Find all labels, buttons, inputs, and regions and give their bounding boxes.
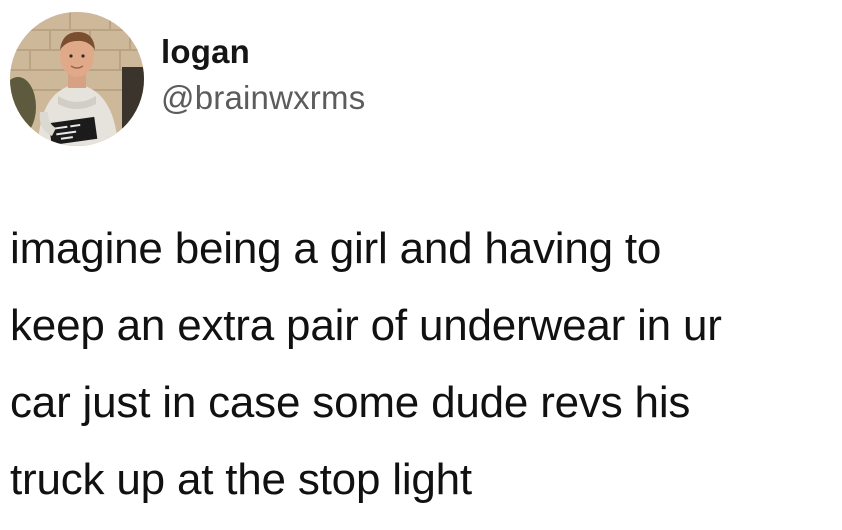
tweet-card: logan @brainwxrms imagine being a girl a… [0,0,842,530]
author-info: logan @brainwxrms [161,32,365,118]
tweet-text-line: imagine being a girl and having to [10,224,662,273]
tweet-header: logan @brainwxrms [10,12,830,150]
profile-photo-icon [10,12,144,146]
user-handle[interactable]: @brainwxrms [161,78,365,118]
display-name[interactable]: logan [161,32,365,72]
tweet-text-line: car just in case some dude revs his [10,378,691,427]
tweet-text: imagine being a girl and having to keep … [10,210,835,518]
tweet-text-line: truck up at the stop light [10,455,472,504]
tweet-text-line: keep an extra pair of underwear in ur [10,301,722,350]
avatar[interactable] [10,12,144,146]
